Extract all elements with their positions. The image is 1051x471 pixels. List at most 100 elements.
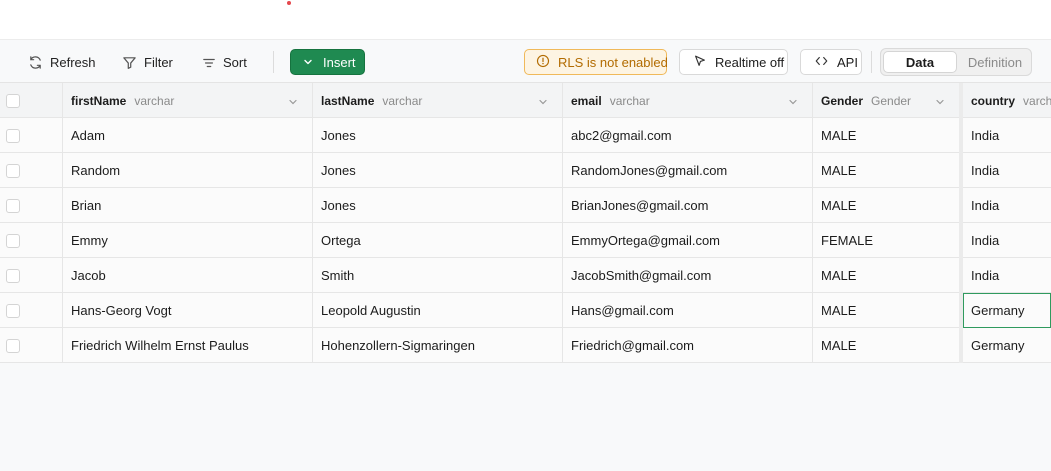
grid-header-row: firstName varchar lastName varchar email… [0,83,1051,118]
cell-country[interactable]: India [963,258,1051,293]
cell-country[interactable]: India [963,153,1051,188]
cell-country[interactable]: Germany [963,293,1051,328]
table-toolbar: Refresh Filter Sort Insert RLS is not en… [0,40,1051,83]
frozen-column-divider [959,83,963,363]
cell-gender[interactable]: MALE [813,328,960,363]
notification-dot [287,1,291,5]
chevron-down-icon[interactable] [288,95,298,110]
column-type: Gender [871,93,912,108]
tab-definition[interactable]: Definition [959,51,1031,73]
cell-gender[interactable]: MALE [813,118,960,153]
api-button[interactable]: API [800,49,862,75]
top-blank-area [0,0,1051,40]
chevron-down-icon [303,55,313,70]
cell-lastname[interactable]: Ortega [313,223,563,258]
column-type: varchar [609,93,650,108]
cell-firstname[interactable]: Emmy [63,223,313,258]
insert-button[interactable]: Insert [290,49,365,75]
cell-gender[interactable]: MALE [813,258,960,293]
cell-email[interactable]: Friedrich@gmail.com [563,328,813,363]
cell-country[interactable]: India [963,188,1051,223]
cell-lastname[interactable]: Hohenzollern-Sigmaringen [313,328,563,363]
column-header-firstname[interactable]: firstName varchar [63,83,313,118]
row-select-cell [0,118,63,153]
cell-country[interactable]: India [963,118,1051,153]
cell-firstname[interactable]: Hans-Georg Vogt [63,293,313,328]
cell-gender[interactable]: FEMALE [813,223,960,258]
row-checkbox[interactable] [6,303,20,318]
rls-warning-badge[interactable]: RLS is not enabled [524,49,668,75]
filter-label: Filter [144,55,173,70]
data-grid: firstName varchar lastName varchar email… [0,83,1051,363]
cell-email[interactable]: JacobSmith@gmail.com [563,258,813,293]
column-type: varchar [134,93,175,108]
select-all-checkbox[interactable] [6,93,20,108]
cell-email[interactable]: Hans@gmail.com [563,293,813,328]
column-type: varchar [382,93,423,108]
column-name: lastName [321,93,375,108]
cell-email[interactable]: BrianJones@gmail.com [563,188,813,223]
tab-data[interactable]: Data [883,51,957,73]
row-select-cell [0,328,63,363]
cell-lastname[interactable]: Jones [313,188,563,223]
cell-gender[interactable]: MALE [813,293,960,328]
column-header-gender[interactable]: Gender Gender [813,83,960,118]
chevron-down-icon[interactable] [538,95,548,110]
row-checkbox[interactable] [6,198,20,213]
row-checkbox[interactable] [6,268,20,283]
cell-gender[interactable]: MALE [813,153,960,188]
cell-lastname[interactable]: Smith [313,258,563,293]
chevron-down-icon[interactable] [788,95,798,110]
toolbar-divider-2 [871,51,872,73]
select-all-cell [0,83,63,118]
chevron-down-icon[interactable] [935,95,945,110]
cell-firstname[interactable]: Brian [63,188,313,223]
cell-firstname[interactable]: Jacob [63,258,313,293]
row-checkbox[interactable] [6,128,20,143]
view-toggle: Data Definition [880,48,1032,76]
column-name: country [971,93,1016,108]
table-row[interactable]: Brian Jones BrianJones@gmail.com MALE India [0,188,1051,223]
api-label: API [837,54,858,70]
code-brackets-icon [814,54,829,71]
warning-circle-icon [536,54,550,71]
insert-label: Insert [323,54,356,70]
cell-email[interactable]: RandomJones@gmail.com [563,153,813,188]
row-select-cell [0,153,63,188]
row-checkbox[interactable] [6,233,20,248]
table-row[interactable]: Jacob Smith JacobSmith@gmail.com MALE India [0,258,1051,293]
cell-firstname[interactable]: Random [63,153,313,188]
refresh-button[interactable]: Refresh [28,50,96,75]
cell-email[interactable]: EmmyOrtega@gmail.com [563,223,813,258]
sort-button[interactable]: Sort [202,50,247,75]
rls-label: RLS is not enabled [558,54,668,70]
cell-firstname[interactable]: Friedrich Wilhelm Ernst Paulus [63,328,313,363]
filter-button[interactable]: Filter [122,50,173,75]
table-row[interactable]: Adam Jones abc2@gmail.com MALE India [0,118,1051,153]
sort-icon [202,56,216,70]
cell-country[interactable]: Germany [963,328,1051,363]
cell-lastname[interactable]: Jones [313,153,563,188]
cell-email[interactable]: abc2@gmail.com [563,118,813,153]
cell-gender[interactable]: MALE [813,188,960,223]
row-checkbox[interactable] [6,163,20,178]
cell-lastname[interactable]: Jones [313,118,563,153]
table-row[interactable]: Friedrich Wilhelm Ernst Paulus Hohenzolle… [0,328,1051,363]
cell-country[interactable]: India [963,223,1051,258]
column-type: varchar [1023,93,1051,108]
refresh-label: Refresh [50,55,96,70]
cursor-pointer-icon [693,54,707,71]
row-checkbox[interactable] [6,338,20,353]
table-row[interactable]: Hans-Georg Vogt Leopold Augustin Hans@gmai… [0,293,1051,328]
column-header-email[interactable]: email varchar [563,83,813,118]
cell-lastname[interactable]: Leopold Augustin [313,293,563,328]
table-row[interactable]: Emmy Ortega EmmyOrtega@gmail.com FEMALE Indi… [0,223,1051,258]
column-header-country[interactable]: country varchar [963,83,1051,118]
column-header-lastname[interactable]: lastName varchar [313,83,563,118]
realtime-button[interactable]: Realtime off [679,49,788,75]
column-name: email [571,93,602,108]
column-name: firstName [71,93,127,108]
cell-firstname[interactable]: Adam [63,118,313,153]
row-select-cell [0,258,63,293]
table-row[interactable]: Random Jones RandomJones@gmail.com MALE Indi… [0,153,1051,188]
